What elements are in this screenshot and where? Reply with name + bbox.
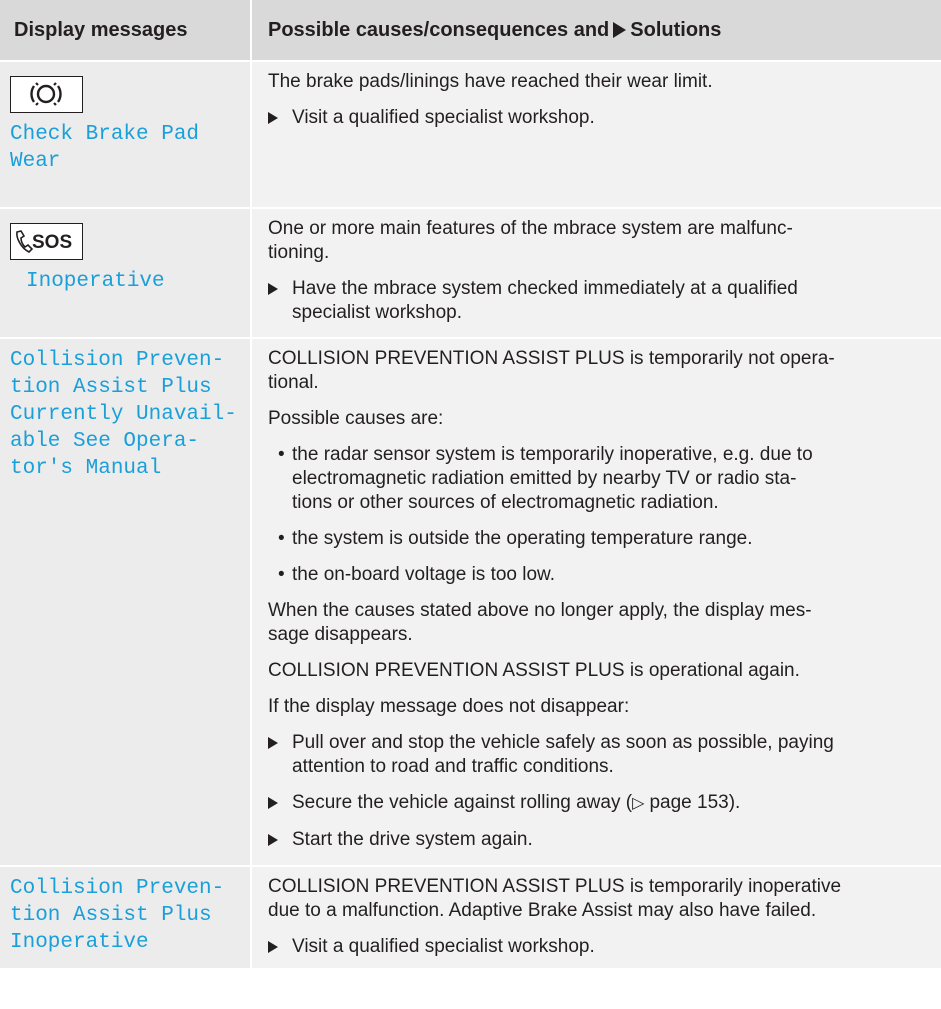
action-item: Visit a qualified specialist workshop. [268,106,927,131]
bullet-icon: • [278,528,285,549]
persist-text: If the display message does not disappea… [268,696,630,717]
action-item: Start the drive system again. [268,828,927,853]
display-message-cell: Check Brake Pad Wear [0,60,251,208]
action-item: Secure the vehicle against rolling away … [268,791,927,816]
header-display-messages: Display messages [0,0,251,61]
solution-cell: COLLISION PREVENTION ASSIST PLUS is temp… [250,865,941,968]
solution-cell: COLLISION PREVENTION ASSIST PLUS is temp… [250,337,941,866]
action-item: Visit a qualified specialist workshop. [268,935,927,960]
cause-text: COLLISION PREVENTION ASSIST PLUS is temp… [268,348,835,393]
cause-text: COLLISION PREVENTION ASSIST PLUS is temp… [268,876,842,921]
svg-text:SOS: SOS [32,232,72,253]
resolution-text: When the causes stated above no longer a… [268,600,812,645]
bullet-text: the radar sensor system is temporarily i… [292,444,813,513]
action-text: Visit a qualified specialist workshop. [292,107,595,128]
list-item: • the system is outside the operating te… [278,527,927,551]
bullet-text: the system is outside the operating temp… [292,528,753,549]
bullet-icon: • [278,564,285,585]
display-message-cell: SOS Inoperative [0,207,251,338]
action-item: Have the mbrace system checked immediate… [268,277,927,325]
display-message-text: Inoperative [26,270,165,293]
list-item: • the on-board voltage is too low. [278,563,927,587]
sos-phone-icon: SOS [10,223,83,260]
action-arrow-icon [268,828,292,853]
action-arrow-icon [268,277,292,325]
cause-text: One or more main features of the mbrace … [268,218,793,263]
action-text: Pull over and stop the vehicle safely as… [292,732,834,777]
action-text: Start the drive system again. [292,829,533,850]
table-row: Check Brake Pad Wear The brake pads/lini… [0,60,941,208]
bullet-icon: • [278,444,285,465]
action-arrow-icon [268,731,292,779]
operational-text: COLLISION PREVENTION ASSIST PLUS is oper… [268,660,800,681]
action-item: Pull over and stop the vehicle safely as… [268,731,927,779]
bullet-text: the on-board voltage is too low. [292,564,556,585]
header-causes-solutions: Possible causes/consequences and Solution… [250,0,941,61]
action-arrow-icon [268,791,292,816]
display-message-cell: Collision Preven- tion Assist Plus Curre… [0,337,251,866]
display-messages-table: Display messages Possible causes/consequ… [0,0,941,968]
manual-page: Display messages Possible causes/consequ… [0,0,941,968]
solution-cell: The brake pads/linings have reached thei… [250,60,941,208]
page-reference-icon: ▷ [632,793,650,812]
cause-text: The brake pads/linings have reached thei… [268,71,713,92]
header-solutions-text: Solutions [630,18,722,41]
solution-arrow-icon [613,21,627,38]
display-message-text: Collision Preven- tion Assist Plus Curre… [10,349,237,480]
action-arrow-icon [268,106,292,131]
action-arrow-icon [268,935,292,960]
list-item: • the radar sensor system is temporarily… [278,443,927,515]
brake-pad-wear-icon [10,76,83,113]
action-text: Secure the vehicle against rolling away … [292,792,741,813]
action-text: Visit a qualified specialist workshop. [292,936,595,957]
table-row: Collision Preven- tion Assist Plus Curre… [0,337,941,866]
action-text: Have the mbrace system checked immediate… [292,278,798,323]
page-reference-link[interactable]: page 153 [649,792,728,813]
solution-cell: One or more main features of the mbrace … [250,207,941,338]
table-header-row: Display messages Possible causes/consequ… [0,0,941,61]
display-message-cell: Collision Preven- tion Assist Plus Inope… [0,865,251,968]
header-causes-text: Possible causes/consequences and [268,18,610,41]
display-message-text: Collision Preven- tion Assist Plus Inope… [10,877,225,954]
causes-intro: Possible causes are: [268,408,444,429]
table-row: Collision Preven- tion Assist Plus Inope… [0,865,941,968]
display-message-text: Check Brake Pad Wear [10,123,200,173]
table-row: SOS Inoperative One or more main feature… [0,207,941,338]
